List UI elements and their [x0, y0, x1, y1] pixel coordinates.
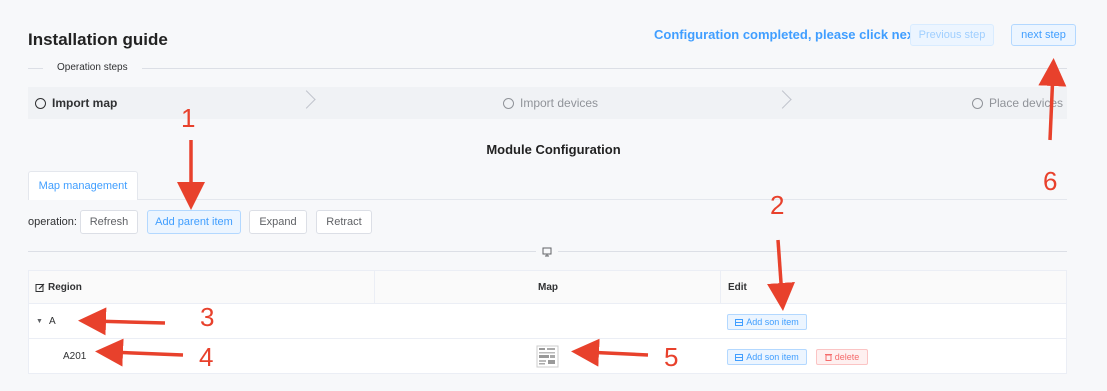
annotation-number-2: 2 [770, 190, 785, 220]
annotation-number-3: 3 [200, 302, 215, 332]
annotation-number-5: 5 [664, 342, 679, 372]
annotation-arrow-6 [1038, 58, 1067, 141]
annotation-number-1: 1 [181, 103, 196, 133]
annotation-number-6: 6 [1043, 166, 1058, 196]
annotation-arrow-4 [95, 338, 184, 367]
annotation-arrow-2 [767, 239, 795, 311]
annotation-arrow-5 [571, 338, 649, 367]
annotation-number-4: 4 [199, 342, 214, 372]
annotation-arrows [78, 58, 1067, 367]
annotation-arrow-3 [78, 307, 166, 336]
